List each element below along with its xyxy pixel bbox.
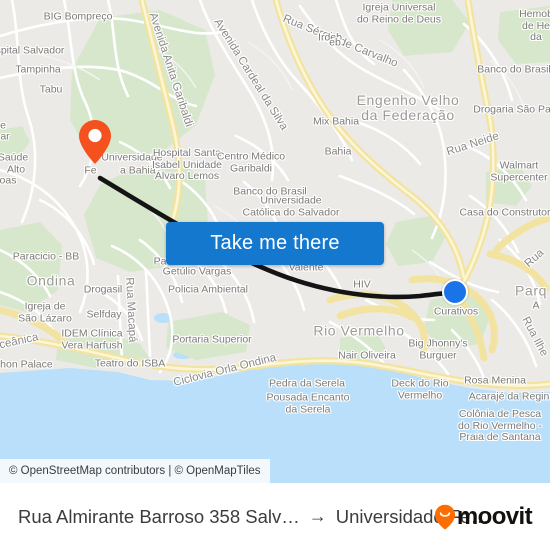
bottom-bar: Rua Almirante Barroso 358 Salv… → Univer…: [0, 483, 550, 550]
destination-dot-marker[interactable]: [442, 279, 468, 305]
arrow-right-icon: →: [308, 506, 327, 526]
origin-pin-marker[interactable]: [78, 119, 112, 170]
poi-dot: [240, 189, 246, 195]
moovit-map-screen: BIG Bompreço spital Salvador Tampinha Tabu a…: [0, 0, 550, 550]
moovit-pin-icon: [434, 504, 456, 530]
map-viewport[interactable]: BIG Bompreço spital Salvador Tampinha Tabu a…: [0, 0, 550, 483]
map-attribution[interactable]: © OpenStreetMap contributors | © OpenMap…: [0, 459, 270, 483]
trip-origin-label: Rua Almirante Barroso 358 Salv…: [18, 505, 300, 527]
map-pin-icon: [79, 120, 111, 164]
moovit-wordmark: moovit: [456, 502, 533, 530]
trip-summary[interactable]: Rua Almirante Barroso 358 Salv… → Univer…: [18, 505, 489, 528]
moovit-logo[interactable]: moovit: [434, 502, 533, 531]
take-me-there-button[interactable]: Take me there: [166, 222, 384, 265]
